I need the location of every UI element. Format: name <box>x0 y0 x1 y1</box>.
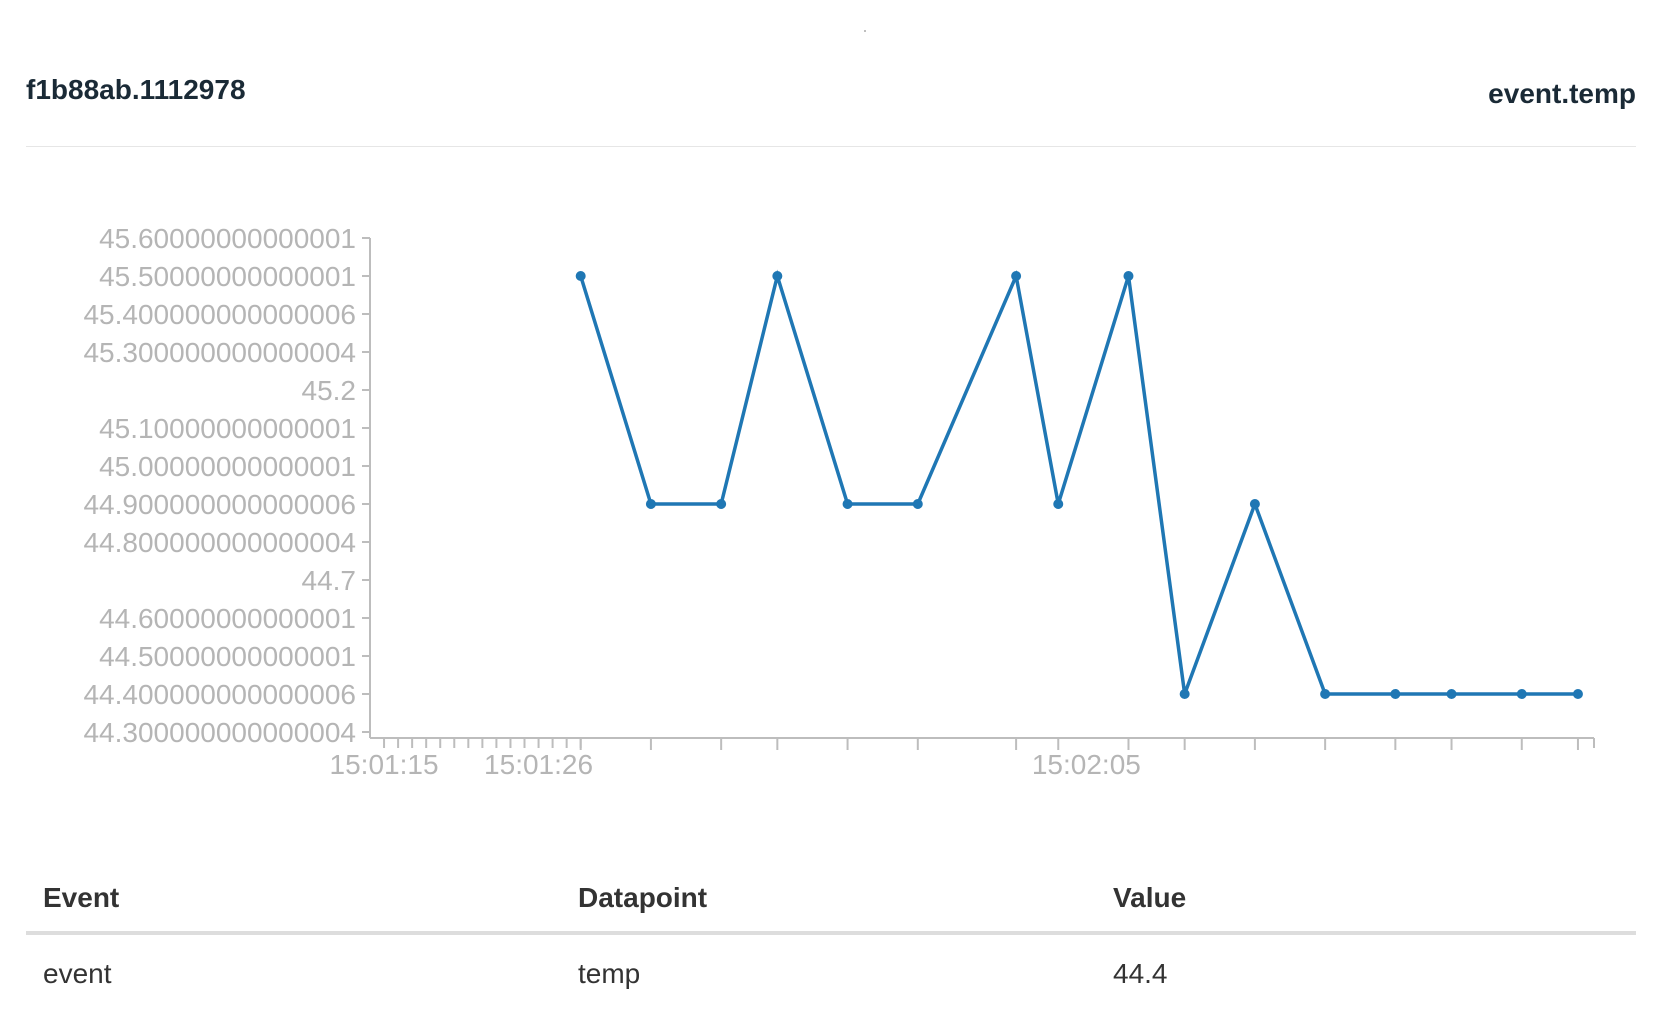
cell-datapoint: temp <box>578 958 641 989</box>
table-header-row: Event Datapoint Value <box>26 865 1636 935</box>
data-point <box>716 499 727 509</box>
y-tick-label: 45.300000000000004 <box>83 337 356 368</box>
data-point <box>1249 499 1260 509</box>
y-tick-label: 45.10000000000001 <box>99 413 356 444</box>
column-header-value: Value <box>1096 865 1636 935</box>
y-tick-label: 45.400000000000006 <box>83 299 356 330</box>
data-point <box>842 499 853 509</box>
y-tick-label: 44.7 <box>302 565 357 596</box>
table-row: event temp 44.4 <box>26 933 1636 1013</box>
x-tick-label: 15:02:05 <box>1032 749 1141 780</box>
y-tick-label: 44.800000000000004 <box>83 527 356 558</box>
data-point <box>1053 499 1064 509</box>
x-tick-label: 15:01:26 <box>484 749 593 780</box>
y-tick-label: 44.50000000000001 <box>99 641 356 672</box>
cell-event: event <box>43 958 112 989</box>
data-point <box>1516 689 1527 699</box>
data-point <box>575 271 586 281</box>
data-point <box>1320 689 1331 699</box>
column-header-datapoint: Datapoint <box>561 865 1096 935</box>
data-point <box>1011 271 1022 281</box>
loading-indicator-dot <box>864 30 866 32</box>
data-point <box>1123 271 1134 281</box>
cell-value: 44.4 <box>1113 958 1168 989</box>
data-point <box>1179 689 1190 699</box>
data-point <box>645 499 656 509</box>
widget-header: f1b88ab.1112978 event.temp <box>26 66 1636 147</box>
device-id-title: f1b88ab.1112978 <box>26 74 246 105</box>
data-point <box>1572 689 1583 699</box>
data-point <box>912 499 923 509</box>
data-point <box>772 271 783 281</box>
metric-name-label: event.temp <box>1488 78 1636 109</box>
series-line <box>579 269 1578 696</box>
latest-values-table: Event Datapoint Value event temp 44.4 <box>26 865 1636 1013</box>
y-tick-label: 44.60000000000001 <box>99 603 356 634</box>
x-tick-label: 15:01:15 <box>330 749 439 780</box>
y-tick-label: 44.900000000000006 <box>83 489 356 520</box>
column-header-event: Event <box>26 865 561 935</box>
y-tick-label: 45.00000000000001 <box>99 451 356 482</box>
data-point <box>1446 689 1457 699</box>
y-tick-label: 45.60000000000001 <box>99 223 356 254</box>
y-tick-label: 44.400000000000006 <box>83 679 356 710</box>
y-tick-label: 44.300000000000004 <box>83 717 356 748</box>
y-tick-label: 45.50000000000001 <box>99 261 356 292</box>
temperature-line-chart: 45.60000000000001 45.50000000000001 45.400… <box>83 223 1595 780</box>
y-tick-label: 45.2 <box>302 375 357 406</box>
data-point <box>1390 689 1401 699</box>
